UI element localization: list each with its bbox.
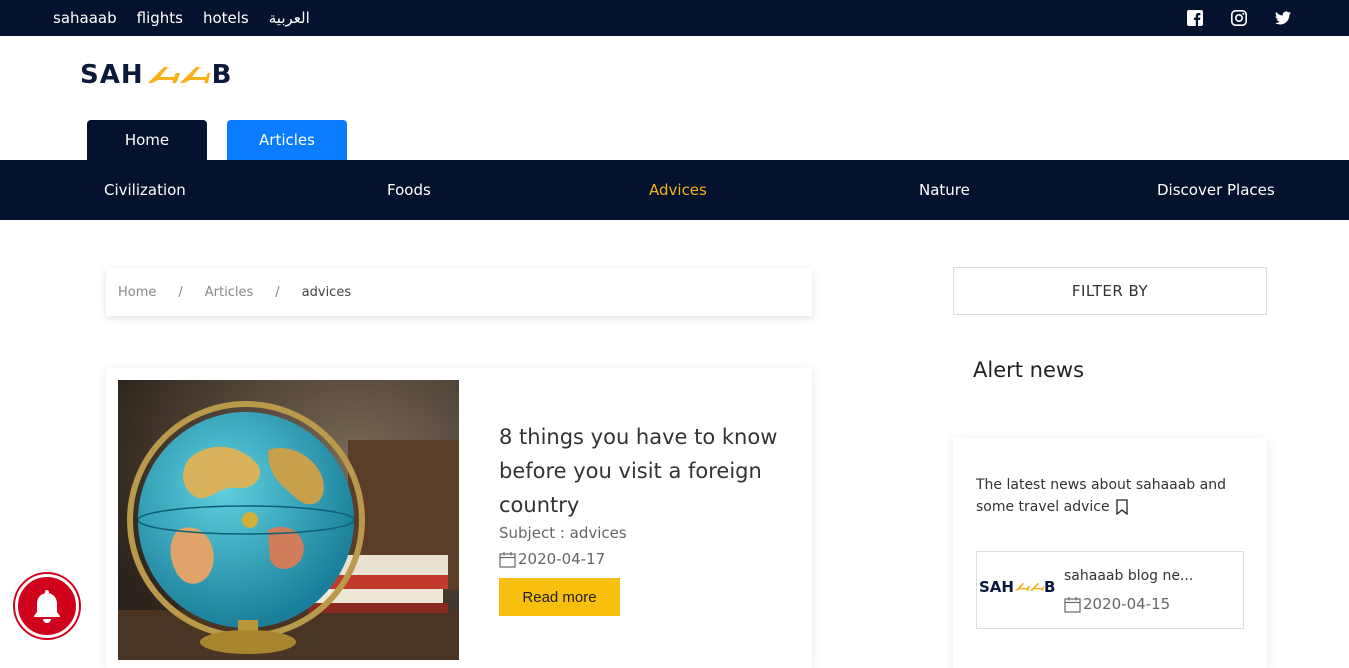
category-nav: Civilization Foods Advices Nature Discov… (0, 160, 1349, 220)
tab-home[interactable]: Home (87, 120, 207, 160)
social-links (1159, 0, 1291, 36)
top-bar: sahaaab flights hotels العربية (0, 0, 1349, 36)
calendar-icon (1064, 596, 1081, 613)
breadcrumb: Home / Articles / advices (106, 268, 812, 316)
article-date: 2020-04-17 (499, 550, 605, 568)
top-link-hotels[interactable]: hotels (203, 9, 249, 27)
breadcrumb-separator: / (178, 284, 183, 300)
breadcrumb-current: advices (301, 284, 352, 300)
top-link-flights[interactable]: flights (137, 9, 183, 27)
main-tabs: Home Articles (87, 120, 367, 160)
alert-news-description: The latest news about sahaaab and some t… (976, 474, 1236, 518)
filter-by-button[interactable]: FILTER BY (953, 267, 1267, 315)
plane-logo-icon (147, 67, 210, 83)
tab-articles[interactable]: Articles (227, 120, 347, 160)
alert-news-heading: Alert news (973, 358, 1085, 382)
news-item[interactable]: SAH B sahaaab blog ne... 2020-04-15 (976, 551, 1244, 629)
read-more-button[interactable]: Read more (499, 578, 620, 616)
article-title[interactable]: 8 things you have to know before you vis… (499, 420, 779, 522)
alert-news-box: The latest news about sahaaab and some t… (953, 438, 1267, 668)
top-link-arabic[interactable]: العربية (269, 9, 310, 27)
news-item-date-text: 2020-04-15 (1083, 595, 1171, 613)
category-nature[interactable]: Nature (919, 160, 970, 220)
category-discover-places[interactable]: Discover Places (1157, 160, 1275, 220)
bookmark-icon[interactable] (1115, 499, 1128, 515)
facebook-icon[interactable] (1187, 10, 1203, 26)
logo-text-left: SAH (80, 60, 144, 90)
category-civilization[interactable]: Civilization (104, 160, 186, 220)
article-subject: Subject : advices (499, 524, 627, 542)
category-advices[interactable]: Advices (649, 160, 707, 220)
twitter-icon[interactable] (1275, 10, 1291, 26)
top-link-sahaaab[interactable]: sahaaab (53, 9, 117, 27)
news-item-date: 2020-04-15 (1064, 595, 1170, 613)
news-logo-left: SAH (979, 578, 1014, 596)
instagram-icon[interactable] (1231, 10, 1247, 26)
plane-logo-icon (1014, 583, 1044, 591)
breadcrumb-home[interactable]: Home (118, 285, 156, 300)
logo-text-right: B (211, 60, 233, 90)
notification-bell-button[interactable] (15, 574, 79, 638)
category-foods[interactable]: Foods (387, 160, 431, 220)
top-links: sahaaab flights hotels العربية (53, 0, 330, 36)
article-image-globe[interactable] (118, 380, 459, 660)
breadcrumb-articles[interactable]: Articles (205, 285, 253, 300)
breadcrumb-separator: / (275, 284, 280, 300)
news-logo-right: B (1043, 578, 1056, 596)
site-logo[interactable]: SAH B (80, 58, 232, 92)
article-card: 8 things you have to know before you vis… (106, 368, 812, 668)
alert-news-description-text: The latest news about sahaaab and some t… (976, 477, 1226, 515)
news-item-logo: SAH B (979, 578, 1055, 596)
bell-icon (34, 590, 60, 623)
article-date-text: 2020-04-17 (518, 550, 606, 568)
news-item-title[interactable]: sahaaab blog ne... (1064, 568, 1193, 584)
calendar-icon (499, 551, 516, 568)
